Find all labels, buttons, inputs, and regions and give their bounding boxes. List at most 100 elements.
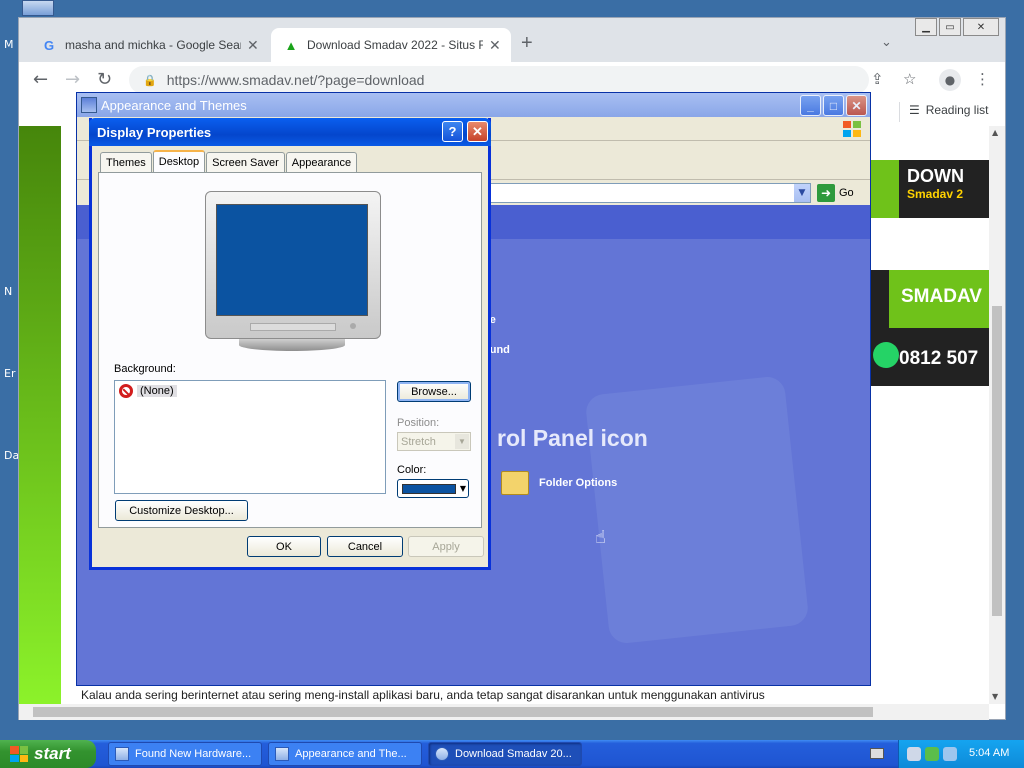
dialog-titlebar[interactable]: Display Properties ? ✕ <box>89 118 491 146</box>
section-heading: rol Panel icon <box>497 425 648 451</box>
close-tab-icon[interactable]: ✕ <box>489 37 501 54</box>
close-button[interactable]: ✕ <box>846 95 867 116</box>
network-icon[interactable] <box>943 747 957 761</box>
taskbar-item-label: Download Smadav 20... <box>455 748 572 760</box>
hand-cursor-icon: ☝ <box>595 527 606 548</box>
monitor-stand <box>239 339 345 351</box>
control-panel-icon <box>81 97 97 113</box>
my-computer-icon[interactable] <box>22 0 54 16</box>
close-button[interactable]: ✕ <box>467 121 488 142</box>
close-tab-icon[interactable]: ✕ <box>247 37 259 54</box>
cancel-button[interactable]: Cancel <box>327 536 403 557</box>
position-value: Stretch <box>401 435 436 448</box>
chevron-down-icon: ▼ <box>459 484 466 493</box>
minimize-button[interactable]: _ <box>800 95 821 116</box>
profile-avatar-icon[interactable]: ● <box>939 69 961 91</box>
banner-phone: 0812 507 <box>899 348 979 369</box>
banner-accent <box>869 270 889 328</box>
bookmark-star-icon[interactable]: ☆ <box>903 70 916 88</box>
desktop-label[interactable]: Da <box>4 449 19 462</box>
banner-top: SMADAV <box>869 270 989 328</box>
tab-strip: G masha and michka - Google Search ✕ ▲ D… <box>19 18 1005 62</box>
scroll-up-icon[interactable]: ▲ <box>992 128 998 137</box>
back-icon[interactable]: ← <box>33 69 48 90</box>
share-icon[interactable]: ⇪ <box>871 70 884 88</box>
folder-options-link[interactable]: Folder Options <box>501 471 617 495</box>
desktop-preview <box>216 204 368 316</box>
tab-desktop[interactable]: Desktop <box>152 150 206 172</box>
page-paragraph: Kalau anda sering berinternet atau serin… <box>81 688 765 702</box>
lock-icon[interactable]: 🔒 <box>143 74 157 87</box>
control-panel-titlebar[interactable]: Appearance and Themes _ □ ✕ <box>77 93 870 117</box>
position-select[interactable]: Stretch ▼ <box>397 432 471 451</box>
safely-remove-icon[interactable] <box>907 747 921 761</box>
watermark-icon <box>584 375 810 645</box>
scrollbar-thumb[interactable] <box>33 707 873 717</box>
go-arrow-icon: ➜ <box>817 184 835 202</box>
apply-button[interactable]: Apply <box>408 536 484 557</box>
address-bar[interactable]: 🔒 https://www.smadav.net/?page=download <box>129 66 869 94</box>
tab-themes[interactable]: Themes <box>100 152 152 172</box>
forward-icon[interactable]: → <box>65 69 80 90</box>
help-button[interactable]: ? <box>442 121 463 142</box>
desktop-label[interactable]: Er <box>4 367 15 380</box>
new-tab-button[interactable]: + <box>521 32 533 55</box>
download-banner[interactable]: DOWN Smadav 2 <box>869 160 989 218</box>
scroll-down-icon[interactable]: ▼ <box>992 692 998 701</box>
tab-google-search[interactable]: G masha and michka - Google Search ✕ <box>29 28 273 62</box>
browse-button[interactable]: Browse... <box>397 381 471 402</box>
taskbar: start Found New Hardware... Appearance a… <box>0 740 1024 768</box>
tab-title: Download Smadav 2022 - Situs Re <box>307 38 483 52</box>
display-properties-dialog: Display Properties ? ✕ Themes Desktop Sc… <box>89 118 491 570</box>
dropdown-arrow-icon[interactable]: ▼ <box>794 184 810 202</box>
monitor-bezel <box>250 323 336 331</box>
url-text[interactable]: https://www.smadav.net/?page=download <box>167 72 425 88</box>
tab-smadav[interactable]: ▲ Download Smadav 2022 - Situs Re ✕ <box>271 28 511 62</box>
monitor-led <box>350 323 356 329</box>
folder-options-label: Folder Options <box>539 477 618 489</box>
menu-icon[interactable]: ⋮ <box>975 70 990 88</box>
smadav-contact-banner[interactable]: SMADAV 0812 507 <box>869 270 989 386</box>
reading-list-label: Reading list <box>925 103 989 117</box>
tab-appearance[interactable]: Appearance <box>285 152 358 172</box>
close-window-button[interactable]: ✕ <box>963 18 999 36</box>
tab-screen-saver[interactable]: Screen Saver <box>206 152 285 172</box>
background-list[interactable]: (None) <box>114 380 386 494</box>
go-label: Go <box>839 187 854 199</box>
clock[interactable]: 5:04 AM <box>969 747 1009 759</box>
taskbar-item-chrome[interactable]: Download Smadav 20... <box>428 742 582 766</box>
tab-title: masha and michka - Google Search <box>65 38 241 52</box>
whatsapp-icon <box>873 342 899 368</box>
windows-logo-icon <box>843 121 861 137</box>
start-label: start <box>34 744 71 763</box>
vertical-scrollbar[interactable]: ▲ ▼ <box>989 126 1005 704</box>
start-button[interactable]: start <box>0 740 96 768</box>
scrollbar-thumb[interactable] <box>992 306 1002 616</box>
tab-search-icon[interactable]: ⌄ <box>881 35 892 50</box>
color-picker[interactable]: ▼ <box>397 479 469 498</box>
desktop-label[interactable]: M <box>4 38 14 51</box>
color-swatch <box>402 484 456 494</box>
desktop-label[interactable]: N <box>4 285 12 298</box>
banner-phone-row: 0812 507 <box>869 328 989 386</box>
reading-list-button[interactable]: ☰ Reading list <box>909 103 988 117</box>
go-button[interactable]: ➜ Go <box>817 184 854 202</box>
maximize-button[interactable]: □ <box>823 95 844 116</box>
minimize-button[interactable]: ▁ <box>915 18 937 36</box>
maximize-button[interactable]: ▭ <box>939 18 961 36</box>
folder-options-icon <box>501 471 529 495</box>
banner-body: DOWN Smadav 2 <box>899 160 989 218</box>
smadav-icon: ▲ <box>284 37 298 53</box>
taskbar-item-label: Found New Hardware... <box>135 748 252 760</box>
customize-desktop-button[interactable]: Customize Desktop... <box>115 500 248 521</box>
ok-button[interactable]: OK <box>247 536 321 557</box>
taskbar-item-appearance-and-themes[interactable]: Appearance and The... <box>268 742 422 766</box>
color-label: Color: <box>397 464 427 476</box>
horizontal-scrollbar[interactable] <box>19 704 989 720</box>
keyboard-icon[interactable] <box>870 748 884 759</box>
taskbar-item-found-new-hardware[interactable]: Found New Hardware... <box>108 742 262 766</box>
list-item[interactable]: (None) <box>119 384 177 398</box>
banner-brand: SMADAV <box>889 270 989 328</box>
smadav-tray-icon[interactable] <box>925 747 939 761</box>
reload-icon[interactable]: ↻ <box>97 69 112 90</box>
